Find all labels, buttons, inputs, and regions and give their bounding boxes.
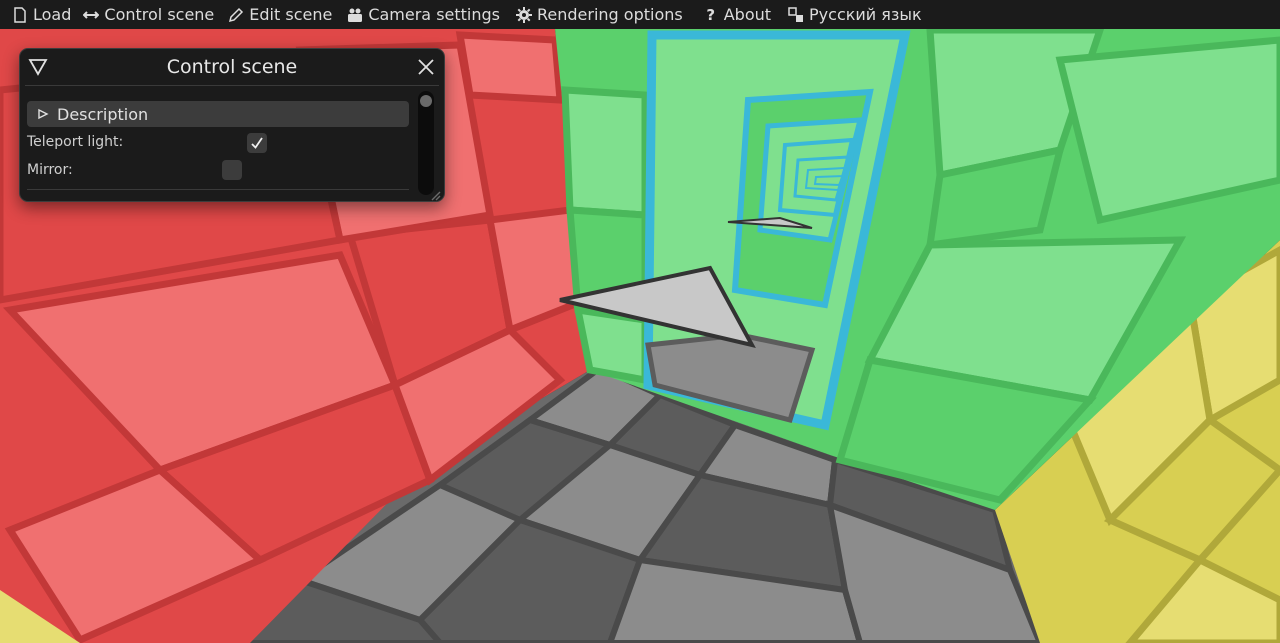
content-divider: [27, 189, 409, 190]
window-title: Control scene: [166, 56, 298, 78]
menu-camera-settings[interactable]: Camera settings: [339, 0, 507, 29]
pencil-icon: [227, 6, 245, 24]
menu-language[interactable]: Русский язык: [778, 0, 929, 29]
control-scene-window[interactable]: Control scene Description Teleport light…: [19, 48, 445, 202]
menu-control-scene[interactable]: Control scene: [78, 0, 221, 29]
scrollbar[interactable]: [418, 91, 434, 195]
menu-load[interactable]: Load: [0, 0, 78, 29]
question-icon: ?: [706, 5, 716, 24]
menu-language-label: Русский язык: [809, 5, 922, 24]
scrollbar-thumb[interactable]: [420, 95, 432, 107]
checkmark-icon: [251, 137, 263, 149]
header-divider: [25, 85, 439, 86]
window-header[interactable]: Control scene: [20, 49, 444, 85]
arrows-icon: [82, 6, 100, 24]
description-label: Description: [57, 104, 149, 124]
teleport-light-row: Teleport light:: [27, 131, 123, 153]
language-icon: [787, 6, 805, 24]
menu-about-label: About: [723, 5, 772, 24]
close-icon[interactable]: [416, 57, 436, 77]
menu-load-label: Load: [33, 5, 72, 24]
mirror-checkbox[interactable]: [222, 160, 242, 180]
teleport-light-checkbox[interactable]: [247, 133, 267, 153]
file-icon: [11, 6, 29, 24]
menu-control-scene-label: Control scene: [104, 5, 215, 24]
camera-icon: [346, 6, 364, 24]
menu-bar: Load Control scene Edit scene Camera set…: [0, 0, 1280, 29]
mirror-label: Mirror:: [27, 162, 73, 178]
teleport-light-label: Teleport light:: [27, 134, 124, 150]
resize-grip-icon[interactable]: [429, 186, 441, 201]
menu-rendering-options-label: Rendering options: [537, 5, 683, 24]
menu-edit-scene[interactable]: Edit scene: [221, 0, 339, 29]
menu-edit-scene-label: Edit scene: [249, 5, 333, 24]
menu-about[interactable]: ? About: [690, 0, 778, 29]
gear-icon: [515, 6, 533, 24]
description-collapsible[interactable]: Description: [27, 101, 409, 127]
menu-camera-settings-label: Camera settings: [368, 5, 500, 24]
menu-rendering-options[interactable]: Rendering options: [507, 0, 690, 29]
expand-triangle-icon: [37, 108, 49, 120]
mirror-row: Mirror:: [27, 159, 73, 181]
